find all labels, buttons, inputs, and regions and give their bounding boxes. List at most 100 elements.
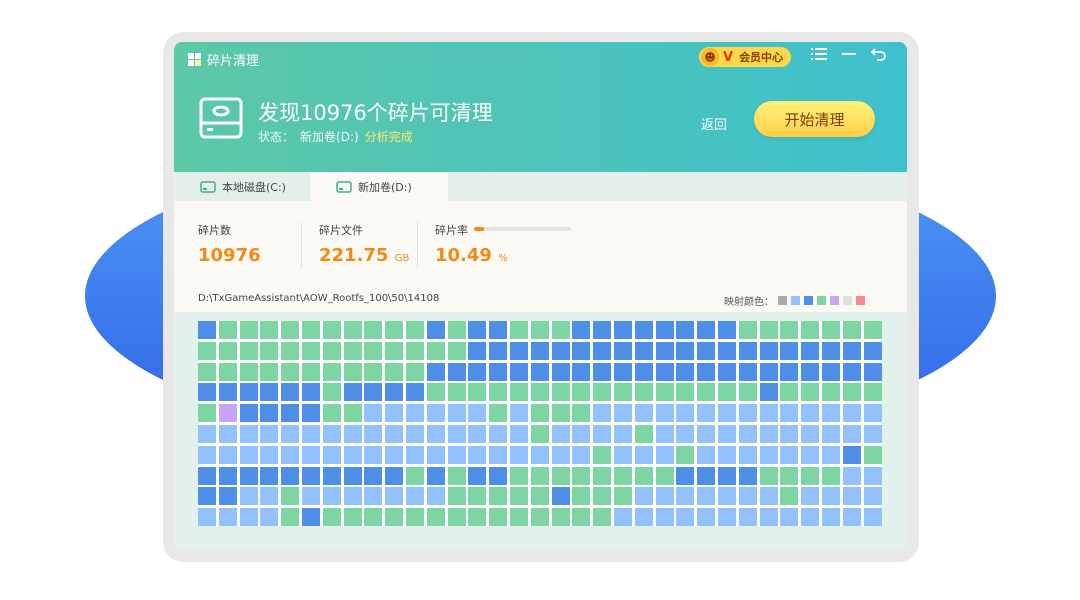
fragment-cell <box>343 321 362 339</box>
fragment-cell <box>489 445 508 464</box>
fragment-cell <box>759 487 778 506</box>
fragment-cell <box>385 341 404 360</box>
fragment-cell <box>426 487 445 506</box>
fragment-cell <box>489 508 508 527</box>
fragment-cell <box>780 362 799 381</box>
fragment-cell <box>738 508 757 527</box>
back-arrow-icon[interactable] <box>870 46 887 66</box>
fragment-cell <box>780 383 799 402</box>
fragment-cell <box>551 424 570 443</box>
fragment-cell <box>447 321 466 339</box>
fragment-cell <box>385 487 404 506</box>
fragment-cell <box>322 404 341 423</box>
fragment-cell <box>489 487 508 506</box>
fragment-cell <box>676 341 695 360</box>
fragment-cell <box>530 487 549 506</box>
start-clean-button[interactable]: 开始清理 <box>754 101 875 137</box>
fragment-cell <box>509 508 528 527</box>
fragment-cell <box>863 341 882 360</box>
fragment-cell <box>655 362 674 381</box>
fragment-cell <box>281 321 300 339</box>
fragment-cell <box>364 508 383 527</box>
fragment-cell <box>655 404 674 423</box>
vip-center-button[interactable]: ☻ V 会员中心 <box>699 47 791 67</box>
fragment-cell <box>572 424 591 443</box>
fragment-cell <box>801 383 820 402</box>
stat-fragments-label: 碎片数 <box>198 224 231 237</box>
fragment-cell <box>218 321 237 339</box>
fragment-cell <box>738 487 757 506</box>
fragment-cell <box>218 341 237 360</box>
disk-icon <box>199 97 243 139</box>
fragment-cell <box>426 445 445 464</box>
fragment-cell <box>509 362 528 381</box>
fragment-cell <box>301 466 320 485</box>
fragment-cell <box>863 424 882 443</box>
tab-drive-d[interactable]: 新加卷(D:) <box>310 172 448 201</box>
fragment-cell <box>593 404 612 423</box>
fragment-cell <box>572 383 591 402</box>
fragment-cell <box>842 487 861 506</box>
color-legend: 映射颜色： <box>724 293 865 308</box>
fragment-cell <box>717 341 736 360</box>
fragment-cell <box>530 321 549 339</box>
fragment-cell <box>447 362 466 381</box>
minimize-icon[interactable] <box>841 46 857 66</box>
fragment-cell <box>613 487 632 506</box>
fragment-cell <box>593 508 612 527</box>
menu-icon[interactable] <box>811 46 827 66</box>
fragment-cell <box>551 508 570 527</box>
fragment-map <box>198 321 882 527</box>
fragment-cell <box>717 424 736 443</box>
fragment-cell <box>364 362 383 381</box>
fragment-cell <box>655 508 674 527</box>
fragment-cell <box>218 508 237 527</box>
fragment-cell <box>322 445 341 464</box>
fragment-cell <box>447 508 466 527</box>
fragment-cell <box>405 341 424 360</box>
fragment-cell <box>239 445 258 464</box>
fragment-cell <box>676 424 695 443</box>
fragment-cell <box>842 341 861 360</box>
fragment-cell <box>509 321 528 339</box>
fragment-cell <box>634 362 653 381</box>
fragment-cell <box>322 508 341 527</box>
fragment-cell <box>405 362 424 381</box>
fragment-cell <box>572 404 591 423</box>
fragment-cell <box>613 383 632 402</box>
fragment-cell <box>551 321 570 339</box>
fragment-cell <box>697 383 716 402</box>
fragment-cell <box>489 424 508 443</box>
fragment-cell <box>759 321 778 339</box>
fragment-cell <box>717 445 736 464</box>
fragment-cell <box>260 508 279 527</box>
fragment-rate-fill <box>474 227 485 231</box>
fragment-cell <box>281 466 300 485</box>
fragment-cell <box>863 321 882 339</box>
fragment-cell <box>468 404 487 423</box>
fragment-cell <box>634 487 653 506</box>
fragment-cell <box>821 487 840 506</box>
fragment-cell <box>447 445 466 464</box>
fragment-cell <box>821 383 840 402</box>
fragment-cell <box>281 424 300 443</box>
tab-drive-c[interactable]: 本地磁盘(C:) <box>200 172 286 201</box>
stat-files: 碎片文件 221.75 GB <box>319 222 409 266</box>
fragment-cell <box>613 404 632 423</box>
fragment-cell <box>551 487 570 506</box>
fragment-cell <box>364 341 383 360</box>
fragment-cell <box>468 466 487 485</box>
fragment-cell <box>801 508 820 527</box>
fragment-cell <box>738 445 757 464</box>
fragment-cell <box>198 321 216 339</box>
legend-swatch <box>856 296 865 305</box>
fragment-cell <box>697 321 716 339</box>
return-link[interactable]: 返回 <box>701 114 727 133</box>
fragment-cell <box>301 508 320 527</box>
fragment-cell <box>593 341 612 360</box>
fragment-cell <box>218 404 237 423</box>
fragment-cell <box>239 424 258 443</box>
fragment-cell <box>198 508 216 527</box>
fragment-cell <box>551 404 570 423</box>
fragment-cell <box>281 341 300 360</box>
